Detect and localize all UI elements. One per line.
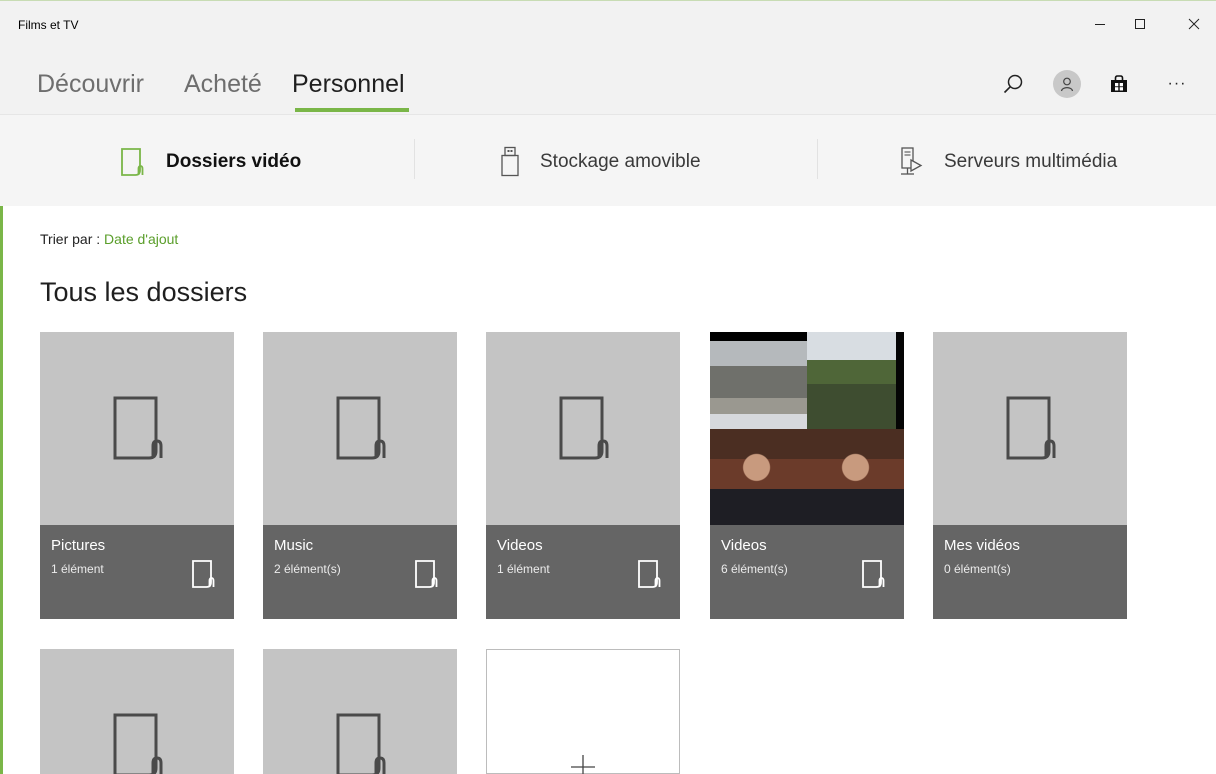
video-thumbnail [807, 332, 904, 429]
folder-info: Videos 6 élément(s) [710, 525, 904, 619]
maximize-icon [1135, 19, 1145, 29]
sort-control: Trier par : Date d'ajout [40, 231, 178, 247]
minimize-icon [1095, 24, 1105, 25]
folder-icon [336, 713, 386, 774]
search-icon [1003, 74, 1023, 94]
active-tab-indicator [295, 108, 409, 112]
folder-count: 6 élément(s) [721, 562, 788, 576]
folder-name: Videos [721, 537, 767, 554]
subnav-divider [817, 139, 818, 179]
subtab-label: Dossiers vidéo [166, 151, 302, 172]
folder-icon [336, 396, 386, 460]
subtab-video-folders[interactable]: Dossiers vidéo [120, 143, 301, 181]
folder-icon [862, 560, 885, 588]
folder-icon [1006, 396, 1056, 460]
folder-count: 0 élément(s) [944, 562, 1011, 576]
main-nav: Découvrir Acheté Personnel [0, 44, 1216, 114]
folder-icon [415, 560, 438, 588]
account-icon [1060, 77, 1074, 92]
subtab-media-servers[interactable]: Serveurs multimédia [898, 143, 1117, 181]
minimize-button[interactable] [1078, 8, 1122, 40]
folder-name: Pictures [51, 537, 106, 554]
add-folder-tile[interactable] [486, 649, 680, 774]
folder-tile[interactable]: Mes vidéos 0 élément(s) [933, 332, 1127, 619]
section-title: Tous les dossiers [40, 277, 248, 307]
subnav-divider [414, 139, 415, 179]
folder-tile[interactable]: Music 2 élément(s) [263, 332, 457, 619]
sub-nav: Dossiers vidéo Stockage amovible Serveur… [0, 114, 1216, 206]
folder-icon [559, 396, 609, 460]
folder-count: 1 élément [51, 562, 104, 576]
subtab-removable-storage[interactable]: Stockage amovible [500, 143, 701, 181]
tab-discover[interactable]: Découvrir [37, 70, 144, 99]
folder-icon [113, 713, 163, 774]
folder-name: Videos [497, 537, 543, 554]
tab-purchased[interactable]: Acheté [184, 70, 262, 99]
folder-tile[interactable]: Videos 6 élément(s) [710, 332, 904, 619]
video-thumbnail [710, 332, 807, 429]
folder-info: Mes vidéos 0 élément(s) [933, 525, 1127, 619]
folder-name: Mes vidéos [944, 537, 1020, 554]
account-button[interactable] [1049, 66, 1085, 102]
video-thumbnail [807, 429, 904, 525]
folder-info: Videos 1 élément [486, 525, 680, 619]
close-button[interactable] [1172, 8, 1216, 40]
subtab-label: Stockage amovible [540, 151, 701, 172]
app-title: Films et TV [18, 18, 79, 32]
folder-icon [113, 396, 163, 460]
store-icon [1111, 75, 1127, 92]
subtab-label: Serveurs multimédia [944, 151, 1118, 172]
search-button[interactable] [995, 66, 1031, 102]
folder-tile[interactable]: Videos 1 élément [486, 332, 680, 619]
folder-icon [638, 560, 661, 588]
video-thumbnails [710, 332, 904, 525]
tab-personal[interactable]: Personnel [292, 70, 405, 99]
sort-label: Trier par : [40, 231, 101, 247]
more-button[interactable]: ··· [1159, 66, 1195, 102]
media-server-icon [898, 146, 924, 178]
avatar [1053, 70, 1081, 98]
plus-icon [571, 755, 595, 774]
folder-icon [120, 147, 146, 177]
folder-tile[interactable] [263, 649, 457, 774]
folder-info: Pictures 1 élément [40, 525, 234, 619]
folder-icon [192, 560, 215, 588]
folder-count: 1 élément [497, 562, 550, 576]
folder-name: Music [274, 537, 314, 554]
maximize-button[interactable] [1118, 8, 1162, 40]
window-top-accent [0, 0, 1216, 1]
folder-info: Music 2 élément(s) [263, 525, 457, 619]
close-icon [1188, 18, 1200, 30]
more-icon: ··· [1167, 75, 1187, 92]
sort-value-link[interactable]: Date d'ajout [104, 231, 178, 247]
folder-count: 2 élément(s) [274, 562, 341, 576]
usb-drive-icon [500, 146, 520, 178]
folder-tile[interactable] [40, 649, 234, 774]
folder-tile[interactable]: Pictures 1 élément [40, 332, 234, 619]
title-bar: Films et TV [0, 0, 1216, 44]
video-thumbnail [710, 429, 807, 525]
store-button[interactable] [1101, 66, 1137, 102]
